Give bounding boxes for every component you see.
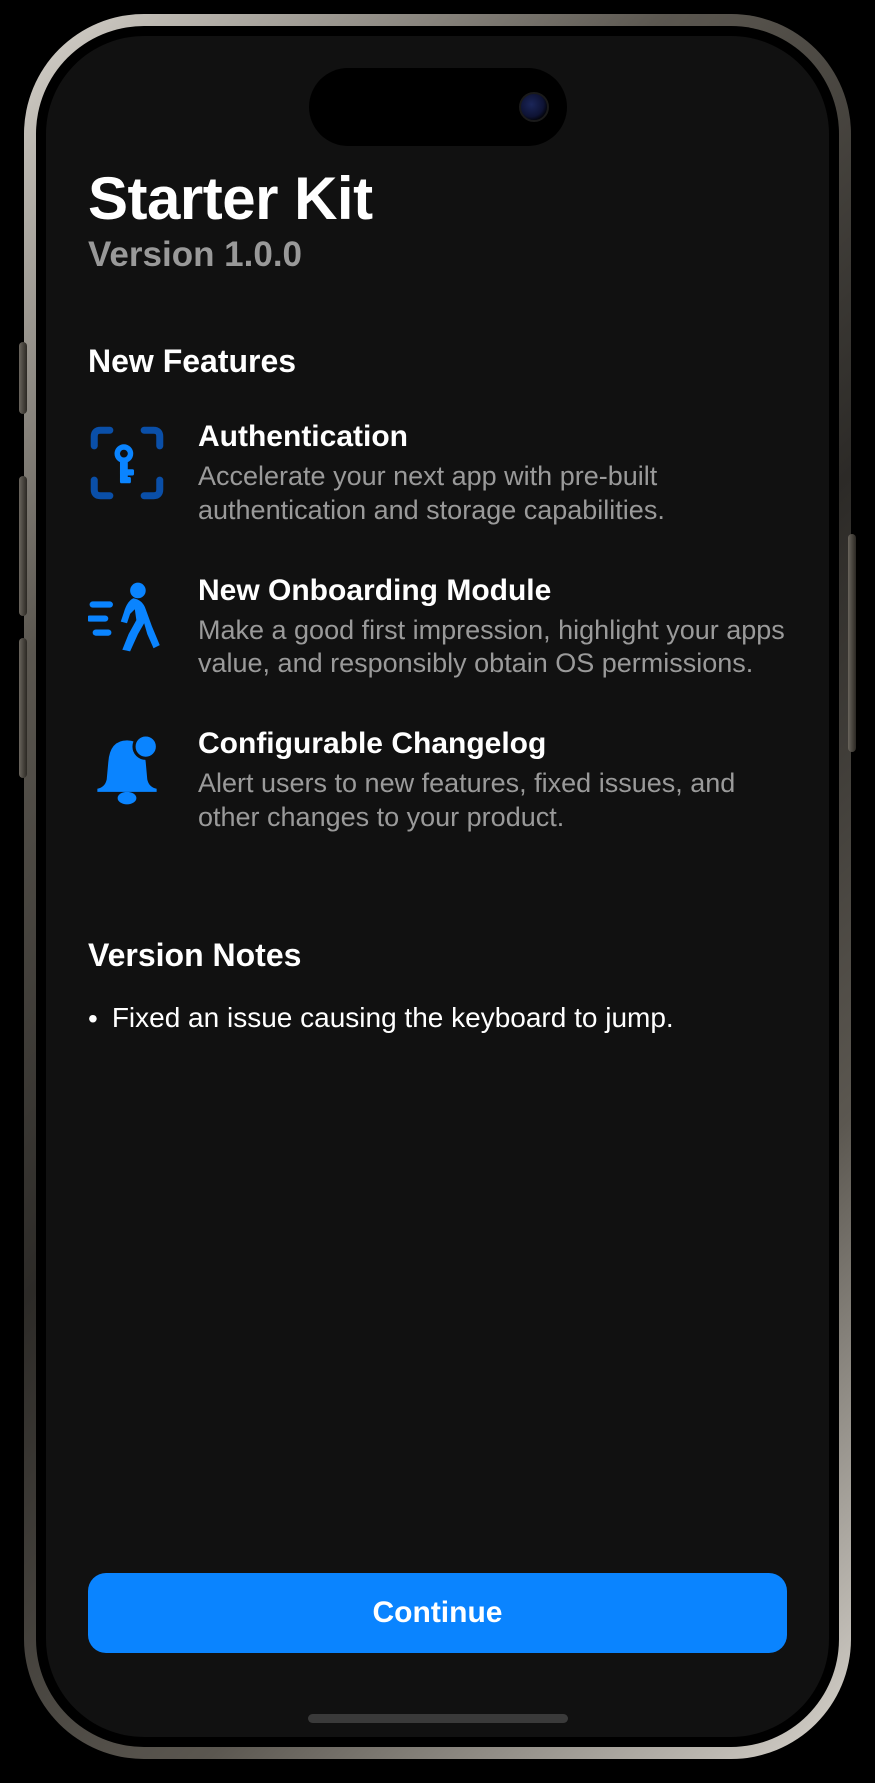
volume-up-button[interactable] [19,476,27,616]
phone-screen: Starter Kit Version 1.0.0 New Features [46,36,829,1737]
walk-fast-icon [88,578,166,656]
feature-description: Make a good first impression, highlight … [198,614,787,682]
feature-text: Authentication Accelerate your next app … [198,420,787,528]
phone-bezel: Starter Kit Version 1.0.0 New Features [36,26,839,1747]
home-indicator[interactable] [308,1714,568,1723]
bell-badge-icon [88,731,166,809]
scan-key-icon [88,424,166,502]
continue-button[interactable]: Continue [88,1573,787,1653]
version-note-item: • Fixed an issue causing the keyboard to… [88,1002,787,1036]
feature-item: New Onboarding Module Make a good first … [88,574,787,682]
feature-title: Authentication [198,420,787,454]
feature-text: New Onboarding Module Make a good first … [198,574,787,682]
silence-switch[interactable] [19,342,27,414]
version-label: Version 1.0.0 [88,235,787,275]
version-note-text: Fixed an issue causing the keyboard to j… [112,1002,674,1034]
feature-description: Accelerate your next app with pre-built … [198,460,787,528]
feature-item: Authentication Accelerate your next app … [88,420,787,528]
continue-label: Continue [373,1596,503,1630]
feature-item: Configurable Changelog Alert users to ne… [88,727,787,835]
side-power-button[interactable] [848,534,856,752]
content-area: Starter Kit Version 1.0.0 New Features [46,36,829,1737]
feature-title: New Onboarding Module [198,574,787,608]
new-features-heading: New Features [88,343,787,380]
page-title: Starter Kit [88,164,787,233]
volume-down-button[interactable] [19,638,27,778]
version-notes-heading: Version Notes [88,937,787,974]
feature-title: Configurable Changelog [198,727,787,761]
bullet-icon: • [88,1002,98,1036]
feature-text: Configurable Changelog Alert users to ne… [198,727,787,835]
phone-frame: Starter Kit Version 1.0.0 New Features [24,14,851,1759]
feature-description: Alert users to new features, fixed issue… [198,767,787,835]
